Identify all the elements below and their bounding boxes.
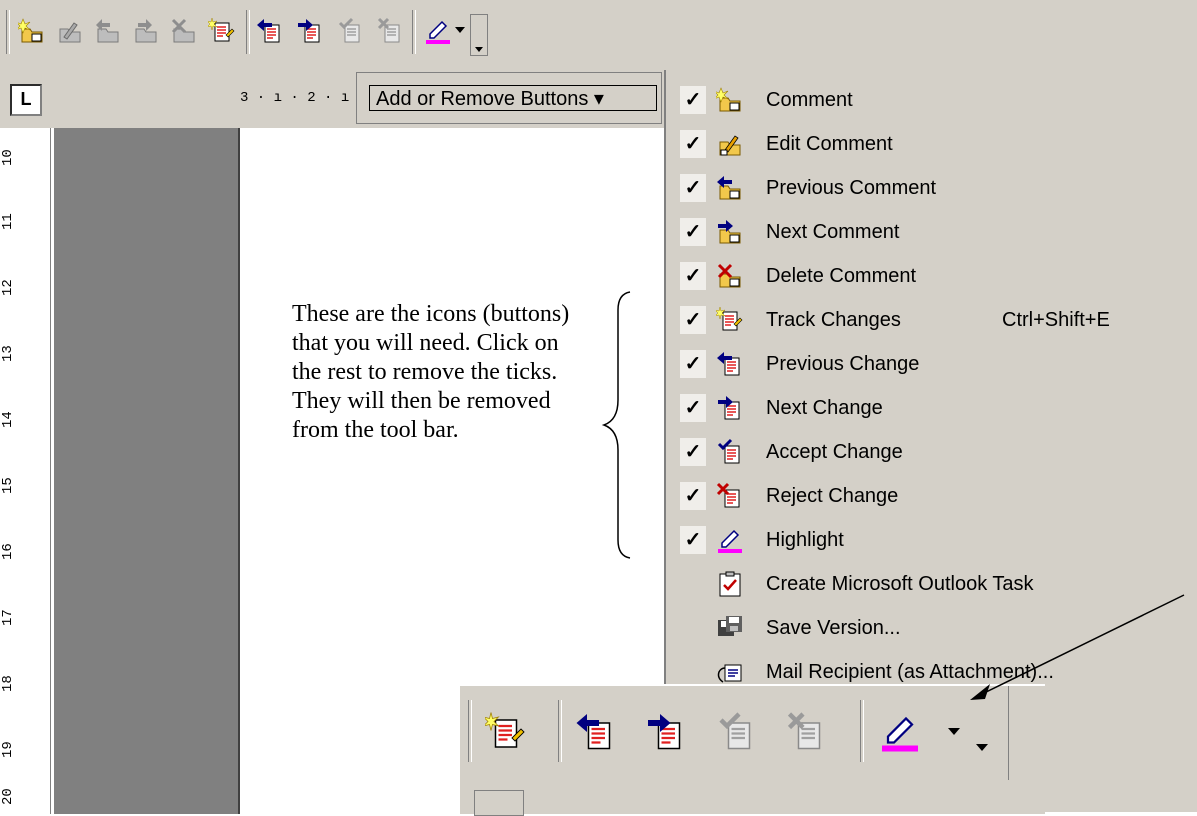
toolbar-underlay: [460, 780, 1045, 816]
menu-item-create-outlook-task[interactable]: Create Microsoft Outlook Task: [666, 564, 1197, 606]
menu-item-label: Track Changes: [766, 309, 901, 331]
page-margin: [54, 128, 241, 814]
edit-comment-icon: [716, 130, 746, 160]
check-mark: ✓: [680, 438, 706, 466]
accept-change-icon: [716, 438, 746, 468]
reviewing-toolbar: [0, 0, 1197, 71]
delete-comment-icon: [716, 262, 746, 292]
vruler-label: 16: [0, 543, 16, 561]
check-mark: ✓: [680, 218, 706, 246]
previous-comment-icon: [716, 174, 746, 204]
menu-item-next-comment[interactable]: ✓ Next Comment: [666, 212, 1197, 254]
menu-item-label: Next Comment: [766, 221, 900, 243]
menu-item-label: Accept Change: [766, 441, 903, 463]
edit-comment-icon[interactable]: [54, 15, 86, 47]
toolbar-edge: [1008, 686, 1011, 782]
tab-selector[interactable]: L: [10, 84, 42, 116]
previous-comment-icon[interactable]: [92, 15, 124, 47]
menu-item-label: Next Change: [766, 397, 883, 419]
menu-item-highlight[interactable]: ✓ Highlight: [666, 520, 1197, 562]
menu-item-delete-comment[interactable]: ✓ Delete Comment: [666, 256, 1197, 298]
menu-item-comment[interactable]: ✓ Comment: [666, 80, 1197, 122]
dropdown-arrow-icon[interactable]: [942, 708, 966, 756]
check-mark: ✓: [680, 526, 706, 554]
toolbar-grip[interactable]: [6, 10, 10, 54]
menu-item-label: Mail Recipient (as Attachment)...: [766, 661, 1054, 683]
annotation-text: These are the icons (buttons) that you w…: [292, 301, 570, 443]
previous-change-icon[interactable]: [572, 708, 620, 756]
next-comment-icon: [716, 218, 746, 248]
resulting-toolbar: [460, 684, 1045, 783]
vruler-label: 18: [0, 675, 16, 693]
highlight-icon: [716, 526, 746, 556]
menu-item-reject-change[interactable]: ✓ Reject Change: [666, 476, 1197, 518]
menu-item-accept-change[interactable]: ✓ Accept Change: [666, 432, 1197, 474]
previous-change-icon: [716, 350, 746, 380]
menu-item-edit-comment[interactable]: ✓ Edit Comment: [666, 124, 1197, 166]
menu-item-previous-change[interactable]: ✓ Previous Change: [666, 344, 1197, 386]
horizontal-ruler: 3 · ı · 2 · ı: [240, 90, 356, 114]
vruler-label: 19: [0, 741, 16, 759]
reject-change-icon[interactable]: [782, 708, 830, 756]
next-change-icon[interactable]: [294, 15, 326, 47]
toolbar-options-icon[interactable]: [970, 724, 994, 772]
toolbar-options-icon[interactable]: [470, 14, 488, 56]
menu-item-label: Highlight: [766, 529, 844, 551]
insert-comment-icon[interactable]: [16, 15, 48, 47]
track-changes-icon[interactable]: [206, 15, 238, 47]
accept-change-icon[interactable]: [712, 708, 760, 756]
previous-change-icon[interactable]: [254, 15, 286, 47]
check-mark: ✓: [680, 262, 706, 290]
delete-comment-icon[interactable]: [168, 15, 200, 47]
shortcut-text: Ctrl+Shift+E: [1002, 309, 1110, 331]
outlook-task-icon: [716, 570, 746, 600]
vruler-label: 10: [0, 149, 16, 167]
next-comment-icon[interactable]: [130, 15, 162, 47]
brace-shape: [601, 291, 631, 559]
insert-comment-icon: [713, 86, 746, 116]
vruler-label: 12: [0, 279, 16, 297]
reject-change-icon[interactable]: [374, 15, 406, 47]
vruler-label: 20: [0, 788, 16, 806]
menu-item-label: Comment: [766, 89, 853, 111]
menu-item-label: Previous Change: [766, 353, 920, 375]
menu-item-save-version[interactable]: Save Version...: [666, 608, 1197, 650]
vruler-label: 13: [0, 345, 16, 363]
menu-item-next-change[interactable]: ✓ Next Change: [666, 388, 1197, 430]
menu-item-label: Save Version...: [766, 617, 901, 639]
check-mark: ✓: [680, 482, 706, 510]
highlight-icon[interactable]: [876, 708, 924, 756]
menu-item-label: Previous Comment: [766, 177, 937, 199]
menu-item-label: Create Microsoft Outlook Task: [766, 573, 1034, 595]
next-change-icon: [716, 394, 746, 424]
save-version-icon: [716, 614, 746, 644]
check-mark: ✓: [680, 306, 706, 334]
partial-control: [474, 790, 524, 816]
menu-item-previous-comment[interactable]: ✓ Previous Comment: [666, 168, 1197, 210]
track-changes-icon: [714, 306, 746, 336]
menu-item-label: Delete Comment: [766, 265, 917, 287]
vruler-label: 15: [0, 477, 16, 495]
check-mark: ✓: [680, 350, 706, 378]
highlight-icon[interactable]: [422, 15, 454, 47]
check-mark: ✓: [680, 86, 706, 114]
menu-item-label: Edit Comment: [766, 133, 893, 155]
dropdown-arrow-icon[interactable]: [452, 15, 468, 47]
menu-item-label: Reject Change: [766, 485, 899, 507]
vruler-label: 14: [0, 411, 16, 429]
add-remove-panel: Add or Remove Buttons ▾: [356, 72, 662, 124]
accept-change-icon[interactable]: [334, 15, 366, 47]
track-changes-icon[interactable]: [482, 708, 530, 756]
menu-item-track-changes[interactable]: ✓ Track Changes Ctrl+Shift+E: [666, 300, 1197, 342]
next-change-icon[interactable]: [642, 708, 690, 756]
add-remove-buttons[interactable]: Add or Remove Buttons ▾: [369, 85, 657, 111]
vertical-ruler: 10 11 12 13 14 15 16 17 18 19 20: [0, 128, 51, 814]
reject-change-icon: [716, 482, 746, 512]
check-mark: ✓: [680, 130, 706, 158]
check-mark: ✓: [680, 174, 706, 202]
vruler-label: 17: [0, 609, 16, 627]
vruler-label: 11: [0, 213, 16, 231]
toolbar-grip[interactable]: [468, 700, 472, 762]
check-mark: ✓: [680, 394, 706, 422]
